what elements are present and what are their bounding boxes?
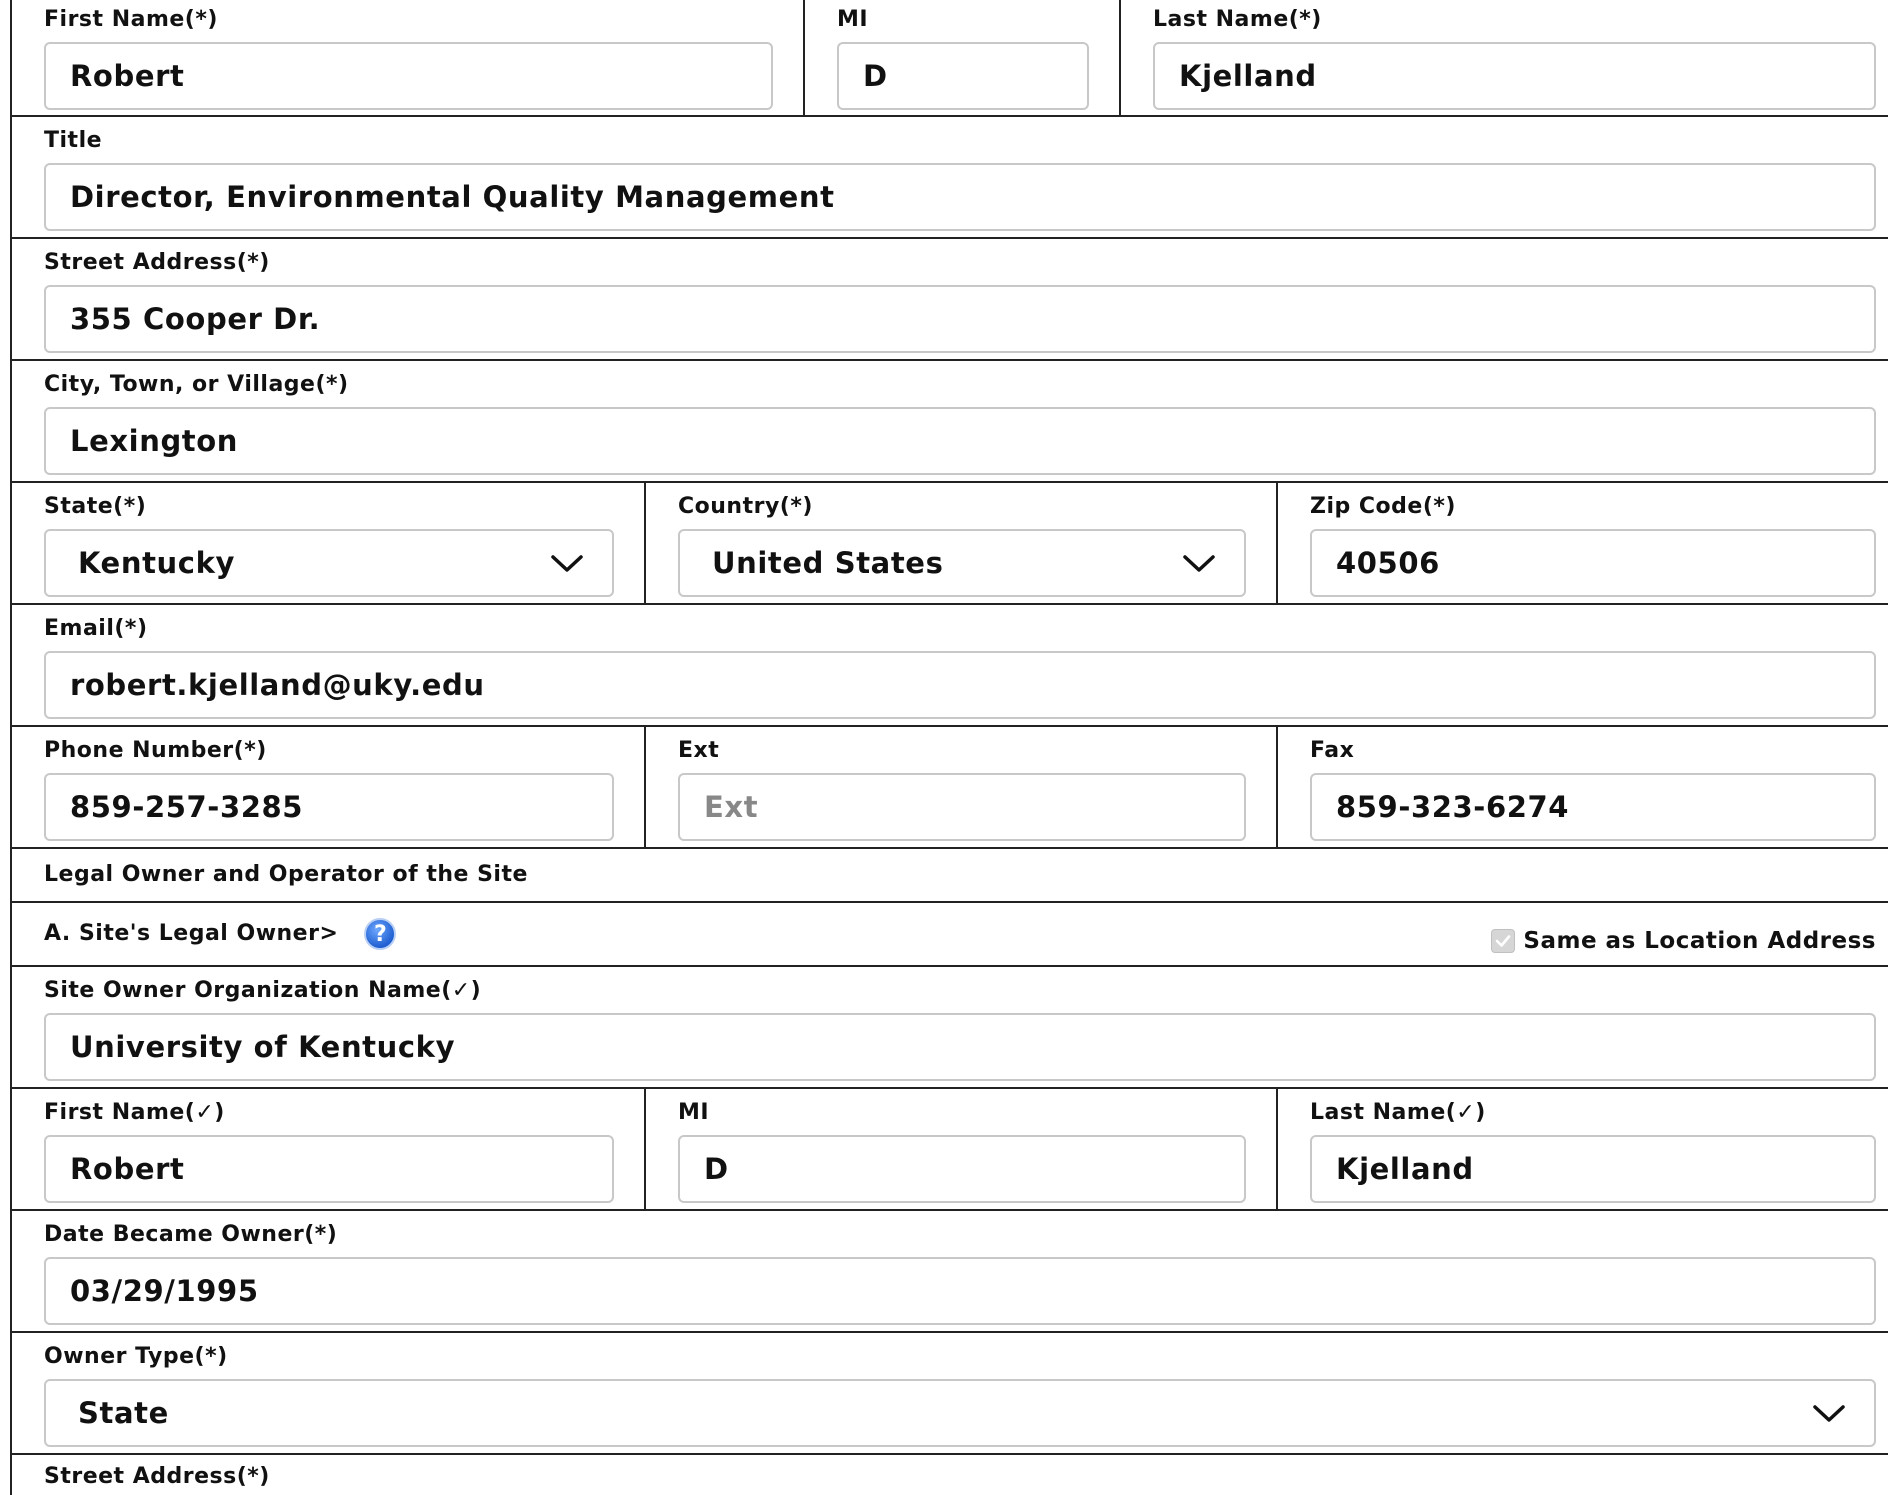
site-legal-owner-heading-cell: A. Site's Legal Owner> ? — [12, 918, 397, 950]
operator-title-input[interactable]: Director, Environmental Quality Manageme… — [44, 163, 1876, 231]
owner-org-row: Site Owner Organization Name(✓) Universi… — [12, 967, 1888, 1089]
field-label: MI — [678, 1100, 710, 1125]
operator-last-name-cell: Last Name(*) Kjelland — [1119, 0, 1888, 115]
operator-phone-input[interactable]: 859-257-3285 — [44, 773, 614, 841]
operator-title-cell: Title Director, Environmental Quality Ma… — [12, 117, 1888, 237]
operator-state-cell: State(*) Kentucky — [12, 483, 644, 603]
section-heading: Legal Owner and Operator of the Site — [44, 862, 528, 887]
owner-type-row: Owner Type(*) State — [12, 1333, 1888, 1455]
operator-email-cell: Email(*) robert.kjelland@uky.edu — [12, 605, 1888, 725]
owner-last-name-input[interactable]: Kjelland — [1310, 1135, 1876, 1203]
field-label: Title — [44, 128, 103, 153]
operator-first-name-cell: First Name(*) Robert — [12, 0, 803, 115]
field-label: Street Address(*) — [44, 250, 270, 275]
field-label: Fax — [1310, 738, 1355, 763]
field-label: Phone Number(*) — [44, 738, 267, 763]
operator-mi-input[interactable]: D — [837, 42, 1089, 110]
operator-ext-cell: Ext Ext — [644, 727, 1276, 847]
operator-state-select[interactable]: Kentucky — [44, 529, 614, 597]
same-as-location-checkbox[interactable] — [1491, 929, 1516, 953]
same-as-location-label: Same as Location Address — [1523, 928, 1876, 954]
operator-zip-input[interactable]: 40506 — [1310, 529, 1876, 597]
owner-first-name-input[interactable]: Robert — [44, 1135, 614, 1203]
owner-type-select[interactable]: State — [44, 1379, 1876, 1447]
same-as-location-toggle[interactable]: Same as Location Address — [1491, 928, 1888, 954]
owner-name-row: First Name(✓) Robert MI D Last Name(✓) K… — [12, 1089, 1888, 1211]
operator-email-row: Email(*) robert.kjelland@uky.edu — [12, 605, 1888, 727]
owner-first-name-cell: First Name(✓) Robert — [12, 1089, 644, 1209]
field-label: First Name(*) — [44, 7, 218, 32]
operator-ext-input[interactable]: Ext — [678, 773, 1246, 841]
operator-name-row: First Name(*) Robert MI D Last Name(*) K… — [12, 0, 1888, 117]
operator-city-row: City, Town, or Village(*) Lexington — [12, 361, 1888, 483]
field-label: Zip Code(*) — [1310, 494, 1456, 519]
select-value: United States — [712, 546, 944, 580]
chevron-down-icon — [1183, 555, 1215, 572]
owner-date-cell: Date Became Owner(*) 03/29/1995 — [12, 1211, 1888, 1331]
site-legal-owner-heading: A. Site's Legal Owner> — [44, 921, 339, 946]
operator-city-cell: City, Town, or Village(*) Lexington — [12, 361, 1888, 481]
operator-street-input[interactable]: 355 Cooper Dr. — [44, 285, 1876, 353]
operator-first-name-input[interactable]: Robert — [44, 42, 773, 110]
operator-last-name-input[interactable]: Kjelland — [1153, 42, 1876, 110]
legal-owner-section-cell: Legal Owner and Operator of the Site — [12, 861, 1888, 889]
field-label: City, Town, or Village(*) — [44, 372, 349, 397]
owner-mi-cell: MI D — [644, 1089, 1276, 1209]
operator-location-row: State(*) Kentucky Country(*) United Stat… — [12, 483, 1888, 605]
operator-email-input[interactable]: robert.kjelland@uky.edu — [44, 651, 1876, 719]
field-label: State(*) — [44, 494, 147, 519]
field-label: Country(*) — [678, 494, 813, 519]
legal-owner-section-row: Legal Owner and Operator of the Site — [12, 849, 1888, 903]
site-legal-owner-row: A. Site's Legal Owner> ? Same as Locatio… — [12, 903, 1888, 967]
operator-phone-cell: Phone Number(*) 859-257-3285 — [12, 727, 644, 847]
question-mark-icon[interactable]: ? — [364, 918, 397, 950]
owner-date-input[interactable]: 03/29/1995 — [44, 1257, 1876, 1325]
operator-street-row: Street Address(*) 355 Cooper Dr. — [12, 239, 1888, 361]
owner-org-cell: Site Owner Organization Name(✓) Universi… — [12, 967, 1888, 1087]
owner-org-input[interactable]: University of Kentucky — [44, 1013, 1876, 1081]
field-label: Ext — [678, 738, 720, 763]
operator-title-row: Title Director, Environmental Quality Ma… — [12, 117, 1888, 239]
checkmark-icon — [1496, 935, 1511, 947]
field-label: Site Owner Organization Name(✓) — [44, 978, 482, 1003]
operator-zip-cell: Zip Code(*) 40506 — [1276, 483, 1888, 603]
operator-country-cell: Country(*) United States — [644, 483, 1276, 603]
field-label: Owner Type(*) — [44, 1344, 228, 1369]
chevron-down-icon — [1813, 1405, 1845, 1422]
field-label: Email(*) — [44, 616, 148, 641]
owner-street-cell: Street Address(*) — [12, 1455, 1888, 1495]
operator-fax-input[interactable]: 859-323-6274 — [1310, 773, 1876, 841]
field-label: First Name(✓) — [44, 1100, 225, 1125]
select-value: State — [78, 1396, 169, 1430]
select-value: Kentucky — [78, 546, 235, 580]
operator-phone-row: Phone Number(*) 859-257-3285 Ext Ext Fax… — [12, 727, 1888, 849]
owner-date-row: Date Became Owner(*) 03/29/1995 — [12, 1211, 1888, 1333]
operator-fax-cell: Fax 859-323-6274 — [1276, 727, 1888, 847]
owner-street-row: Street Address(*) — [12, 1455, 1888, 1495]
field-label: Last Name(*) — [1153, 7, 1322, 32]
site-contact-form: First Name(*) Robert MI D Last Name(*) K… — [10, 0, 1888, 1495]
field-label: MI — [837, 7, 869, 32]
owner-type-cell: Owner Type(*) State — [12, 1333, 1888, 1453]
operator-street-cell: Street Address(*) 355 Cooper Dr. — [12, 239, 1888, 359]
field-label: Last Name(✓) — [1310, 1100, 1486, 1125]
owner-last-name-cell: Last Name(✓) Kjelland — [1276, 1089, 1888, 1209]
operator-city-input[interactable]: Lexington — [44, 407, 1876, 475]
chevron-down-icon — [551, 555, 583, 572]
field-label: Date Became Owner(*) — [44, 1222, 338, 1247]
operator-mi-cell: MI D — [803, 0, 1119, 115]
field-label: Street Address(*) — [44, 1464, 270, 1489]
owner-mi-input[interactable]: D — [678, 1135, 1246, 1203]
operator-country-select[interactable]: United States — [678, 529, 1246, 597]
